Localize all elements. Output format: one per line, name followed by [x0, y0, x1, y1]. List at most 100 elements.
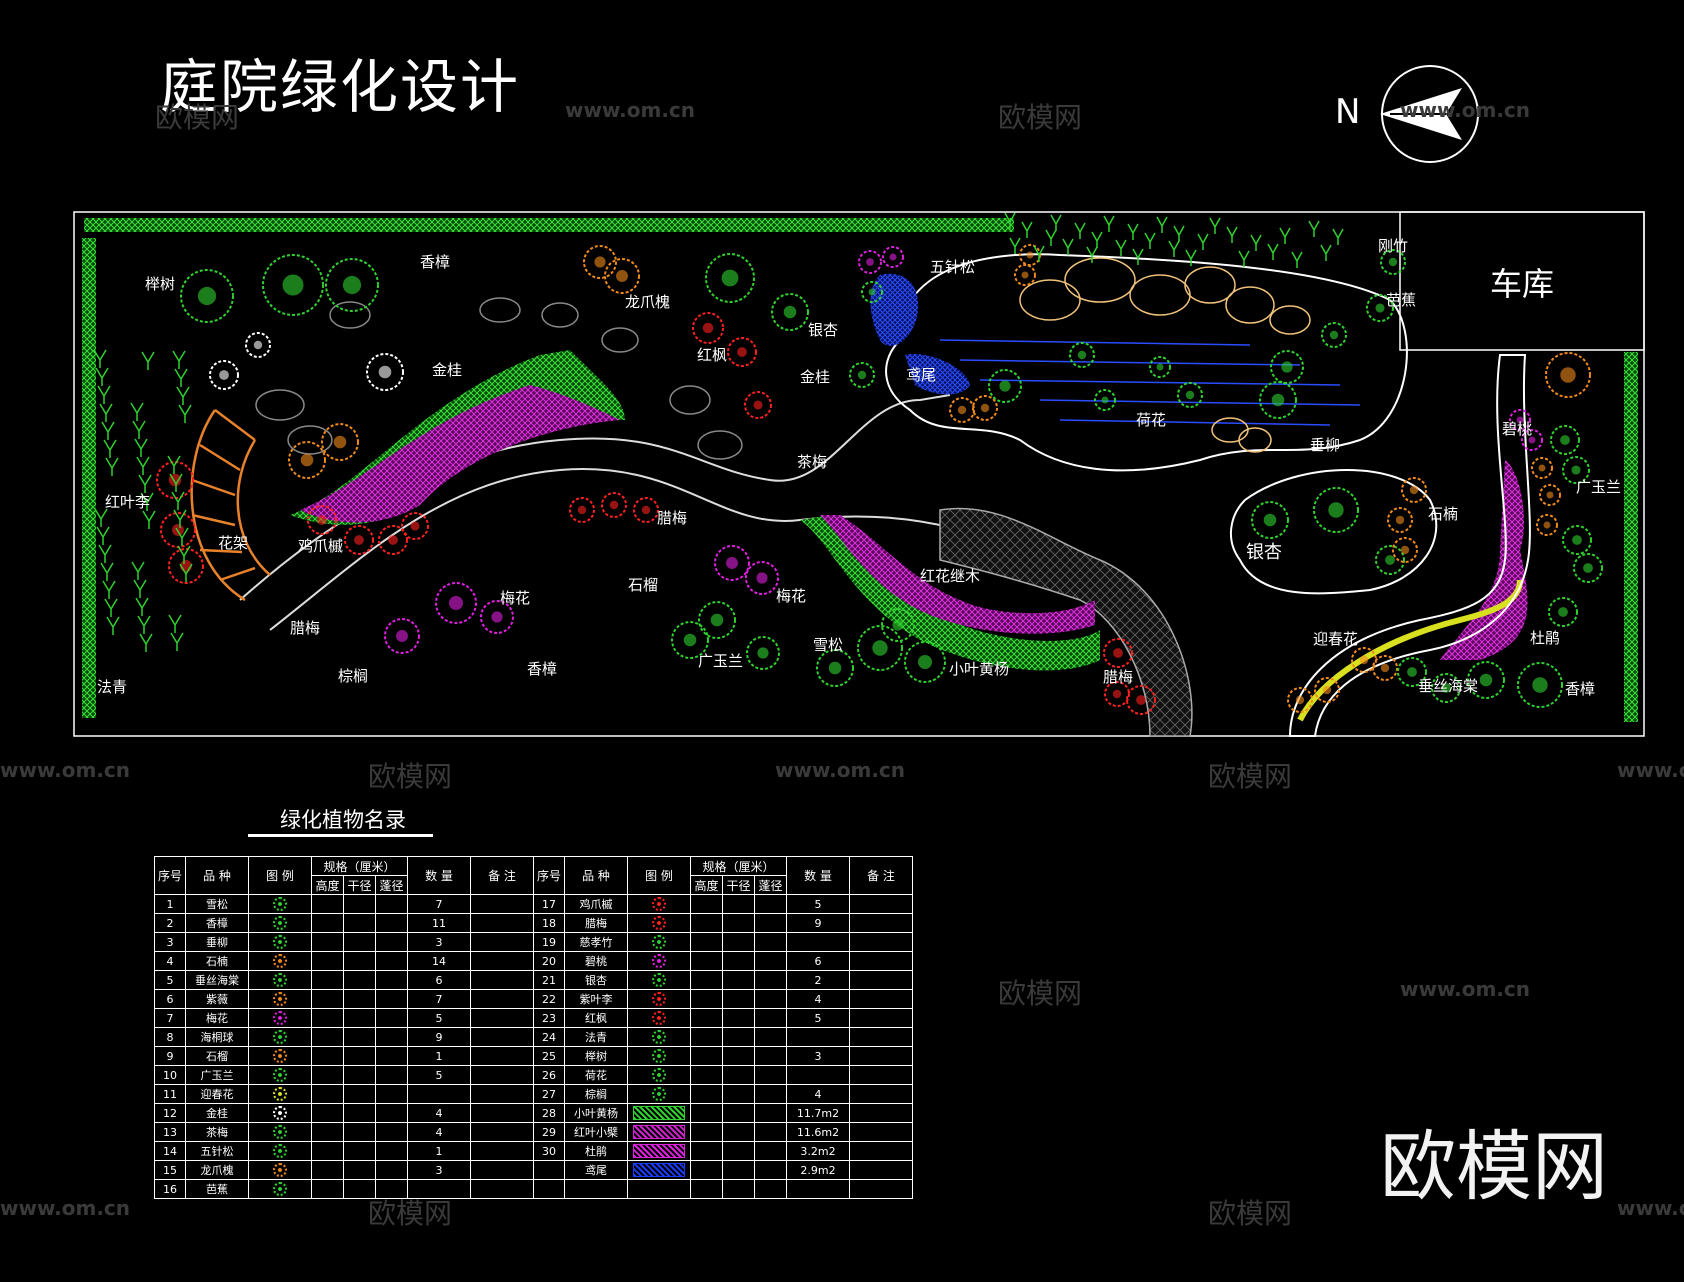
cell-height: [690, 951, 723, 971]
cell-height: [690, 989, 723, 1009]
cell-no: 7: [154, 1008, 186, 1028]
cell-height: [690, 913, 723, 933]
tree-symbol-icon: [253, 340, 263, 350]
cell-crown: [754, 1122, 787, 1142]
cell-qty: 9: [407, 1027, 471, 1047]
tree-symbol-icon: [219, 370, 229, 380]
cell-no: 28: [533, 1103, 565, 1123]
tree-symbol-icon: [702, 322, 714, 334]
tree-symbol-icon: [273, 992, 287, 1006]
bamboo-icon: [133, 579, 147, 598]
tree-symbol-icon: [783, 305, 797, 319]
cell-trunk: [722, 1065, 755, 1085]
hedge-left: [82, 238, 96, 718]
cell-remark: [470, 951, 534, 971]
bamboo-icon: [1115, 239, 1127, 256]
plan-label: 龙爪槐: [625, 293, 671, 311]
cell-remark: [470, 970, 534, 990]
cell-remark: [470, 1027, 534, 1047]
cell-height: [690, 1179, 723, 1199]
cell-remark: [470, 1179, 534, 1199]
bamboo-icon: [1009, 237, 1021, 254]
bamboo-icon: [1021, 221, 1033, 238]
watermark: www.om.cn: [1617, 1196, 1684, 1220]
table-row: 9 石榴 1 25 榉树 3: [154, 1046, 913, 1066]
tree-symbol-icon: [273, 954, 287, 968]
cell-qty: 11.7m2: [786, 1103, 850, 1123]
hatch-swatch-icon: [633, 1144, 685, 1158]
tree-symbol-icon: [652, 1030, 666, 1044]
table-row: 2 香樟 11 18 腊梅 9: [154, 913, 913, 933]
cell-crown: [375, 989, 408, 1009]
plan-label: 银杏: [808, 321, 839, 339]
cell-no: 30: [533, 1141, 565, 1161]
bamboo-icon: [130, 402, 144, 421]
tree-symbol-icon: [1295, 695, 1305, 705]
cell-trunk: [343, 1046, 376, 1066]
cell-height: [311, 894, 344, 914]
plan-label: 金桂: [800, 368, 831, 386]
tree-symbol-icon: [594, 256, 606, 268]
cell-height: [311, 1046, 344, 1066]
tree-symbol-icon: [1400, 545, 1410, 555]
plan-label: 垂柳: [1310, 436, 1341, 454]
cell-crown: [375, 894, 408, 914]
bamboo-icon: [168, 614, 182, 633]
cell-remark: [849, 894, 913, 914]
cell-trunk: [343, 1122, 376, 1142]
cell-qty: [786, 1027, 850, 1047]
tree-symbol-icon: [273, 916, 287, 930]
cell-trunk: [722, 894, 755, 914]
cell-no: 24: [533, 1027, 565, 1047]
cell-remark: [470, 932, 534, 952]
cell-species: 香樟: [185, 913, 249, 933]
cell-height: [690, 1065, 723, 1085]
watermark: 欧模网: [998, 101, 1083, 134]
cell-symbol: [627, 1046, 691, 1066]
azalea-band: [1440, 460, 1528, 660]
cell-no: 19: [533, 932, 565, 952]
cell-symbol: [248, 1160, 312, 1180]
cell-qty: 1: [407, 1141, 471, 1161]
tree-symbol-icon: [616, 270, 628, 282]
cell-remark: [849, 1084, 913, 1104]
tree-symbol-icon: [957, 405, 967, 415]
plan-label: 广玉兰: [698, 652, 744, 670]
plan-label: 红花继木: [920, 567, 981, 585]
plan-label: 五针松: [930, 258, 976, 276]
cell-qty: [786, 1065, 850, 1085]
cell-crown: [375, 1179, 408, 1199]
cell-symbol: [627, 1103, 691, 1123]
cell-crown: [754, 894, 787, 914]
cell-remark: [849, 1046, 913, 1066]
bamboo-icon: [1091, 231, 1103, 248]
tree-symbol-icon: [999, 380, 1011, 392]
tree-symbol-icon: [609, 500, 619, 510]
cell-qty: 11: [407, 913, 471, 933]
cell-remark: [849, 1141, 913, 1161]
plan-label: 石榴: [628, 576, 659, 594]
tree-symbol-icon: [333, 435, 347, 449]
cell-species: [564, 1179, 628, 1199]
cell-trunk: [343, 1103, 376, 1123]
bamboo-icon: [1132, 248, 1144, 265]
cell-no: 20: [533, 951, 565, 971]
watermark: www.om.cn: [0, 758, 131, 782]
cell-remark: [470, 1122, 534, 1142]
tree-symbol-icon: [273, 1068, 287, 1082]
cell-height: [311, 1122, 344, 1142]
cell-no: 23: [533, 1008, 565, 1028]
tree-symbol-icon: [273, 1030, 287, 1044]
bamboo-icon: [1308, 220, 1320, 237]
tree-symbol-icon: [652, 992, 666, 1006]
cell-remark: [849, 1122, 913, 1142]
bamboo-icon: [1226, 226, 1238, 243]
cell-symbol: [248, 1027, 312, 1047]
table-row: 16 芭蕉: [154, 1179, 913, 1199]
watermark: www.om.cn: [1400, 977, 1531, 1001]
cell-crown: [375, 1122, 408, 1142]
cell-symbol: [627, 1160, 691, 1180]
plan-label: 腊梅: [657, 509, 688, 527]
tree-symbol-icon: [868, 288, 876, 296]
cell-crown: [375, 1141, 408, 1161]
